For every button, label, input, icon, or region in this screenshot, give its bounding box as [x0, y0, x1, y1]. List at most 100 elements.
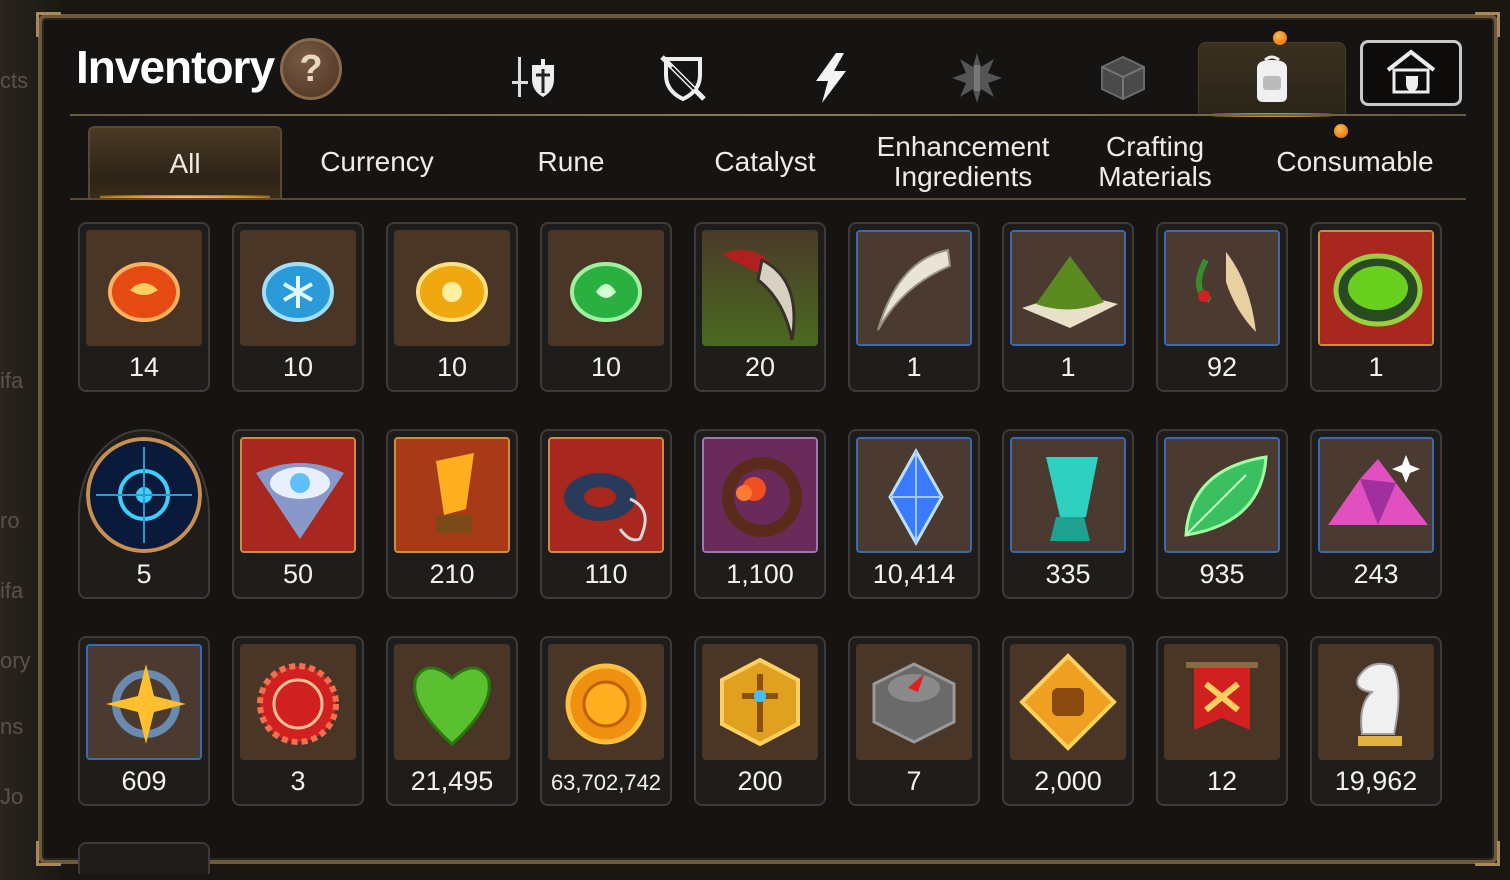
item-slot[interactable]: 1 [848, 222, 980, 392]
item-count: 1,100 [726, 559, 794, 589]
fang-icon [856, 230, 972, 346]
item-count: 935 [1199, 559, 1245, 589]
tab-boxes[interactable] [1050, 42, 1196, 114]
crossed-shield-icon [660, 55, 706, 102]
item-slot[interactable]: 10 [386, 222, 518, 392]
leaf-icon [1164, 437, 1280, 553]
item-slot[interactable]: 110 [540, 429, 672, 599]
item-count: 2,000 [1034, 766, 1102, 796]
item-slot[interactable]: 5 [78, 429, 210, 599]
item-slot[interactable]: 50 [232, 429, 364, 599]
item-count: 110 [584, 559, 628, 589]
filter-tab-rune[interactable]: Rune [476, 126, 666, 198]
help-button[interactable]: ? [280, 38, 342, 100]
green-potion-icon [1318, 230, 1434, 346]
item-count: 1 [1060, 352, 1076, 382]
yellow-rune-icon [394, 230, 510, 346]
item-count: 10,414 [872, 559, 956, 589]
notification-dot [1273, 31, 1287, 45]
item-count: 10 [590, 352, 622, 382]
inventory-panel: Inventory ? All Currency Rune Catalyst E… [36, 12, 1500, 874]
tab-backpack[interactable] [1198, 31, 1346, 117]
item-count: 20 [744, 352, 776, 382]
item-slot[interactable]: 7 [848, 636, 980, 806]
item-slot[interactable]: 1 [1310, 222, 1442, 392]
filter-tab-label: Rune [537, 146, 605, 177]
item-count: 14 [128, 352, 160, 382]
star-amulet-icon [86, 644, 202, 760]
filter-tab-consumable[interactable]: Consumable [1250, 124, 1460, 198]
background-text: cts [0, 68, 29, 93]
blue-gem-icon [856, 437, 972, 553]
item-slot[interactable]: 21,495 [386, 636, 518, 806]
item-count: 200 [737, 766, 783, 796]
item-count: 210 [429, 559, 475, 589]
filter-tab-catalyst[interactable]: Catalyst [670, 126, 860, 198]
item-slot[interactable]: 1 [1002, 222, 1134, 392]
filter-tab-label: Currency [320, 146, 434, 177]
divider [70, 114, 1466, 116]
filter-tab-label: Catalyst [714, 146, 816, 177]
item-slot[interactable]: 63,702,742 [540, 636, 672, 806]
filter-tab-crafting-materials[interactable]: Crafting Materials [1070, 126, 1240, 198]
green-heart-icon [394, 644, 510, 760]
item-slot[interactable]: 210 [386, 429, 518, 599]
tab-artifacts[interactable] [904, 42, 1050, 114]
item-slot-partial[interactable] [78, 842, 210, 874]
background-text: ns [0, 714, 24, 739]
item-slot[interactable]: 2,000 [1002, 636, 1134, 806]
claw-icon [702, 230, 818, 346]
item-slot[interactable]: 12 [1156, 636, 1288, 806]
lightning-icon [816, 53, 846, 103]
item-count: 1 [1368, 352, 1384, 382]
blue-rune-icon [240, 230, 356, 346]
item-slot[interactable]: 609 [78, 636, 210, 806]
item-count: 5 [136, 559, 152, 589]
filter-tab-label: All [169, 148, 201, 179]
item-count: 63,702,742 [550, 770, 662, 795]
background-text: ifa [0, 578, 24, 603]
item-slot[interactable]: 3 [232, 636, 364, 806]
frame-corner [1475, 841, 1500, 866]
item-slot[interactable]: 19,962 [1310, 636, 1442, 806]
item-slot[interactable]: 335 [1002, 429, 1134, 599]
flower-ring-icon [702, 437, 818, 553]
item-slot[interactable]: 200 [694, 636, 826, 806]
frame-corner [36, 841, 61, 866]
background-text: ifa [0, 368, 24, 393]
red-seal-icon [240, 644, 356, 760]
page-title: Inventory [76, 41, 275, 93]
item-slot[interactable]: 935 [1156, 429, 1288, 599]
filter-tab-all[interactable]: All [88, 126, 282, 200]
pink-mineral-icon [1318, 437, 1434, 553]
tab-stronghold[interactable] [1360, 40, 1462, 106]
filter-tab-label: Consumable [1276, 146, 1434, 177]
item-slot[interactable]: 10 [232, 222, 364, 392]
tab-skills[interactable] [758, 42, 904, 114]
item-slot[interactable]: 10,414 [848, 429, 980, 599]
item-count: 21,495 [410, 766, 494, 796]
item-slot[interactable]: 10 [540, 222, 672, 392]
root-herb-icon [1164, 230, 1280, 346]
background-text: ro [0, 508, 20, 533]
tab-gear[interactable] [610, 42, 756, 114]
background-text: Jo [0, 784, 24, 809]
frame-corner [36, 12, 61, 37]
item-slot[interactable]: 92 [1156, 222, 1288, 392]
item-slot[interactable]: 20 [694, 222, 826, 392]
item-slot[interactable]: 14 [78, 222, 210, 392]
filter-tab-enhancement-ingredients[interactable]: Enhancement Ingredients [868, 126, 1058, 198]
stone-ring-icon [548, 437, 664, 553]
item-count: 10 [282, 352, 314, 382]
filter-tab-currency[interactable]: Currency [282, 126, 472, 198]
filter-tab-label: Crafting Materials [1098, 131, 1212, 192]
green-rune-icon [548, 230, 664, 346]
teal-crystal-icon [1010, 437, 1126, 553]
item-slot[interactable]: 1,100 [694, 429, 826, 599]
item-slot[interactable]: 243 [1310, 429, 1442, 599]
red-rune-icon [86, 230, 202, 346]
amber-crystal-icon [394, 437, 510, 553]
item-count: 335 [1045, 559, 1091, 589]
spiky-emblem-icon [952, 53, 1002, 103]
tab-equipment[interactable] [464, 42, 610, 114]
